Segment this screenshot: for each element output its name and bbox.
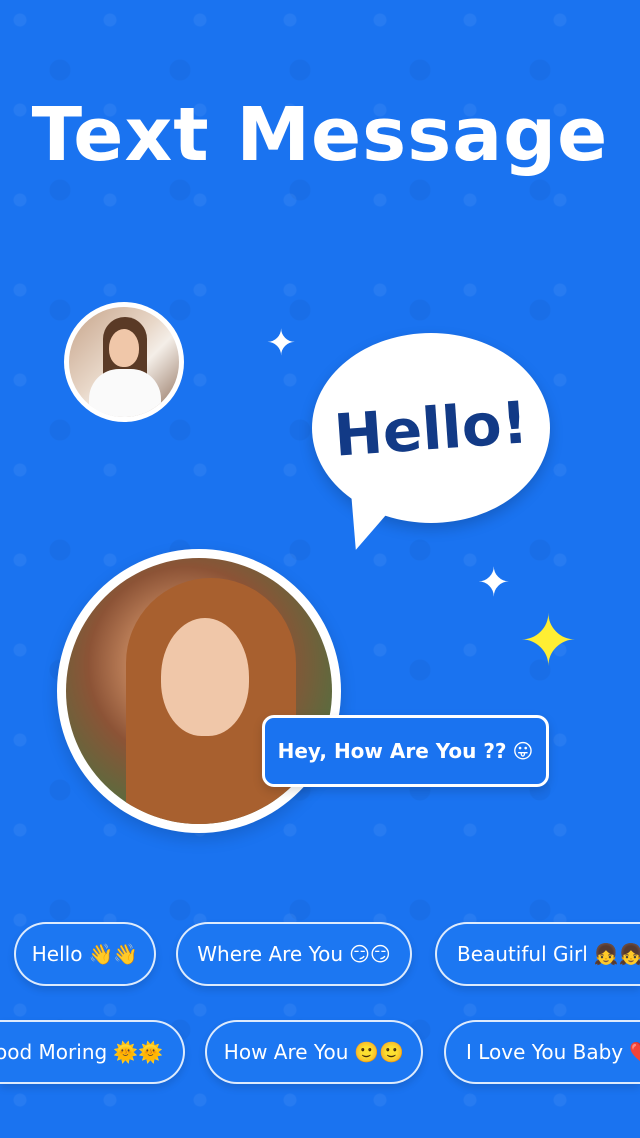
heart-emoji-icon: ❤️ bbox=[629, 1040, 640, 1064]
smirk-emoji-icon: 😏😏 bbox=[349, 942, 391, 966]
girl-emoji-icon: 👧👧 bbox=[593, 942, 640, 966]
waving-hand-emoji-icon: 👋👋 bbox=[88, 942, 139, 966]
chip-label: Beautiful Girl bbox=[457, 942, 588, 966]
quick-reply-chip[interactable]: Hello 👋👋 bbox=[14, 922, 156, 986]
page-title: Text Message bbox=[31, 92, 609, 178]
message-bubble: Hey, How Are You ?? 😛 bbox=[262, 715, 549, 787]
tongue-emoji-icon: 😛 bbox=[512, 739, 534, 763]
quick-reply-chip[interactable]: ood Moring 🌞🌞 bbox=[0, 1020, 185, 1084]
quick-reply-chip[interactable]: How Are You 🙂🙂 bbox=[205, 1020, 423, 1084]
avatar-small-photo bbox=[69, 307, 179, 417]
message-text: Hey, How Are You ?? bbox=[277, 739, 507, 763]
quick-reply-chip[interactable]: I Love You Baby ❤️ bbox=[444, 1020, 640, 1084]
chip-label: Hello bbox=[31, 942, 83, 966]
sparkle-icon: ✦ bbox=[477, 560, 511, 606]
speech-bubble-tail bbox=[341, 486, 405, 556]
chip-label: ood Moring bbox=[0, 1040, 108, 1064]
chip-label: Where Are You bbox=[197, 942, 344, 966]
avatar-large bbox=[57, 549, 341, 833]
sparkle-yellow-icon: ✦ bbox=[519, 600, 578, 682]
sun-emoji-icon: 🌞🌞 bbox=[113, 1040, 163, 1064]
chip-label: How Are You bbox=[223, 1040, 349, 1064]
quick-reply-chip[interactable]: Beautiful Girl 👧👧 bbox=[435, 922, 640, 986]
chip-label: I Love You Baby bbox=[466, 1040, 624, 1064]
smile-emoji-icon: 🙂🙂 bbox=[354, 1040, 405, 1064]
sparkle-icon: ✦ bbox=[266, 323, 297, 364]
avatar-small bbox=[64, 302, 184, 422]
quick-reply-chip[interactable]: Where Are You 😏😏 bbox=[176, 922, 412, 986]
